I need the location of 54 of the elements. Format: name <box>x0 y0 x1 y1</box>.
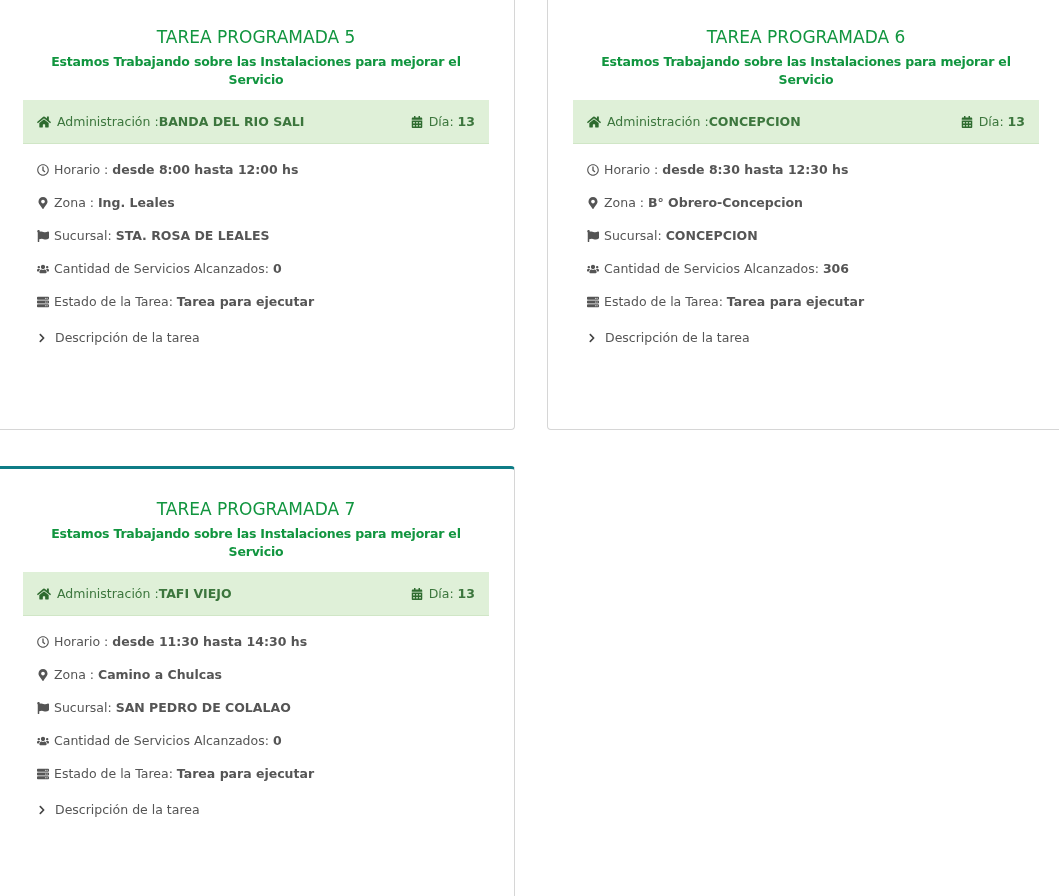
detail-text: Sucursal: CONCEPCION <box>604 228 758 244</box>
map-pin-icon <box>37 669 49 681</box>
detail-text: Cantidad de Servicios Alcanzados: 0 <box>54 261 282 277</box>
calendar-icon <box>410 587 423 600</box>
house-icon <box>587 114 601 129</box>
card-subtitle: Estamos Trabajando sobre las Instalaciones para mejorar el Servicio <box>600 53 1012 89</box>
stack-icon <box>37 768 49 780</box>
detail-text: Horario : desde 8:30 hasta 12:30 hs <box>604 162 849 178</box>
users-icon <box>587 263 599 275</box>
detail-text: Zona : Camino a Chulcas <box>54 667 223 683</box>
detail-text: Horario : desde 8:00 hasta 12:00 hs <box>54 162 299 178</box>
detail-text: Estado de la Tarea: Tarea para ejecutar <box>54 766 315 782</box>
day-text: Día: 13 <box>428 114 475 129</box>
admin-text: Administración :TAFI VIEJO <box>57 586 232 601</box>
card-subtitle: Estamos Trabajando sobre las Instalaciones para mejorar el Servicio <box>50 53 462 89</box>
house-icon <box>37 586 51 601</box>
stack-icon <box>37 296 49 308</box>
admin-text: Administración :BANDA DEL RIO SALI <box>57 114 305 129</box>
description-toggle[interactable]: Descripción de la tarea <box>587 330 750 345</box>
calendar-icon <box>410 115 423 128</box>
clock-icon <box>37 164 49 176</box>
day-text: Día: 13 <box>978 114 1025 129</box>
flag-icon <box>587 230 599 242</box>
chevron-icon <box>37 804 47 815</box>
card-title: TAREA PROGRAMADA 6 <box>705 26 907 49</box>
calendar-icon <box>960 115 973 128</box>
detail-text: Estado de la Tarea: Tarea para ejecutar <box>604 294 865 310</box>
detail-text: Estado de la Tarea: Tarea para ejecutar <box>54 294 315 310</box>
chevron-icon <box>587 332 597 343</box>
detail-text: Zona : B° Obrero-Concepcion <box>604 195 803 211</box>
map-pin-icon <box>587 197 599 209</box>
detail-text: Cantidad de Servicios Alcanzados: 306 <box>604 261 849 277</box>
detail-text: Sucursal: SAN PEDRO DE COLALAO <box>54 700 291 716</box>
map-pin-icon <box>37 197 49 209</box>
flag-icon <box>37 230 49 242</box>
detail-text: Cantidad de Servicios Alcanzados: 0 <box>54 733 282 749</box>
detail-text: Zona : Ing. Leales <box>54 195 175 211</box>
card-title: TAREA PROGRAMADA 7 <box>155 498 357 521</box>
users-icon <box>37 263 49 275</box>
description-toggle[interactable]: Descripción de la tarea <box>37 330 200 345</box>
flag-icon <box>37 702 49 714</box>
description-toggle[interactable]: Descripción de la tarea <box>37 802 200 817</box>
card-subtitle: Estamos Trabajando sobre las Instalaciones para mejorar el Servicio <box>50 525 462 561</box>
detail-text: Horario : desde 11:30 hasta 14:30 hs <box>54 634 308 650</box>
detail-text: Sucursal: STA. ROSA DE LEALES <box>54 228 270 244</box>
house-icon <box>37 114 51 129</box>
clock-icon <box>587 164 599 176</box>
chevron-icon <box>37 332 47 343</box>
admin-text: Administración :CONCEPCION <box>607 114 801 129</box>
clock-icon <box>37 636 49 648</box>
users-icon <box>37 735 49 747</box>
stack-icon <box>587 296 599 308</box>
card-title: TAREA PROGRAMADA 5 <box>155 26 357 49</box>
day-text: Día: 13 <box>428 586 475 601</box>
